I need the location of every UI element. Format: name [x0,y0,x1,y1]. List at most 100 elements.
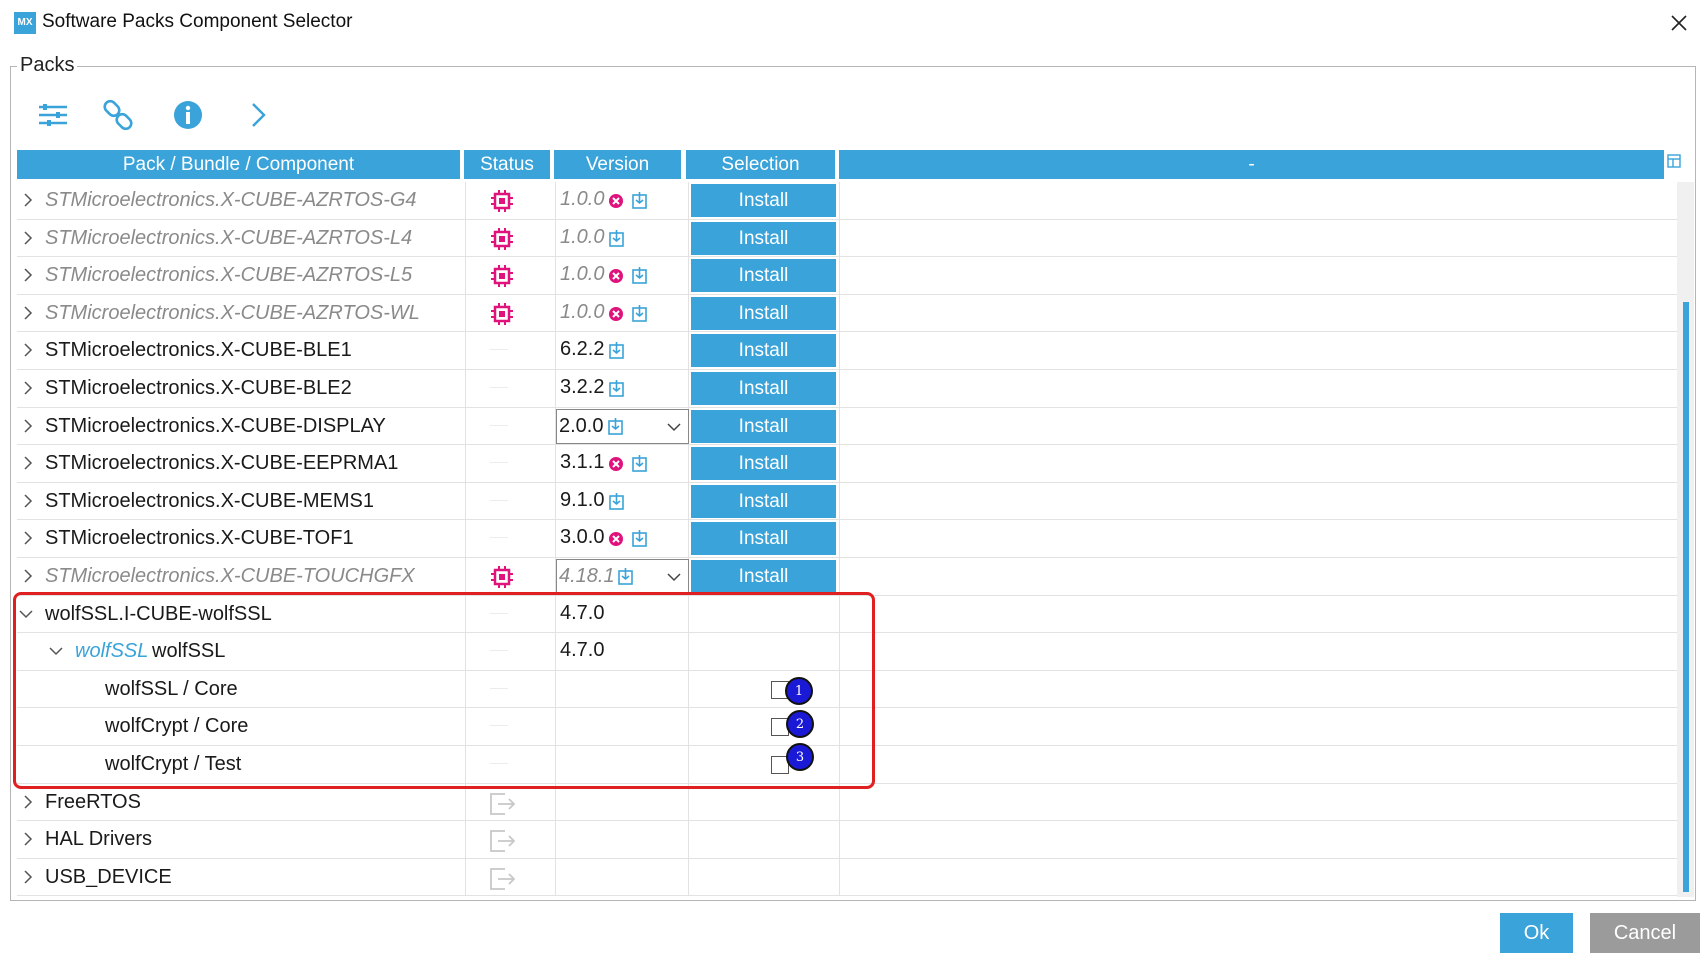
download-icon [618,568,633,585]
column-chooser-icon[interactable] [1667,150,1683,172]
version-label: 6.2.2 [560,338,605,361]
link-icon[interactable] [101,98,135,132]
exit-icon [490,830,516,853]
status-placeholder [490,537,508,539]
filter-icon[interactable] [36,98,70,132]
install-button[interactable]: Install [691,560,836,593]
install-button[interactable]: Install [691,484,836,518]
chevron-down-icon [667,573,681,582]
column-header-extra[interactable]: - [839,150,1664,179]
download-icon [609,492,624,510]
scrollbar-thumb[interactable] [1683,302,1689,892]
version-label: 4.18.1 [559,565,615,587]
error-and-download-icons [609,304,647,322]
pack-name: STMicroelectronics.X-CUBE-TOUCHGFX [45,565,415,587]
install-button[interactable]: Install [691,372,836,405]
chevron-right-icon[interactable] [21,419,35,433]
table-row[interactable]: STMicroelectronics.X-CUBE-TOF1 3.0.0 Ins… [17,520,1677,558]
download-icon [609,229,624,247]
expand-right-icon[interactable] [241,98,275,132]
highlight-box [13,592,875,789]
chevron-right-icon[interactable] [21,870,35,884]
info-icon[interactable] [171,98,205,132]
chevron-right-icon[interactable] [21,569,35,583]
pack-name: STMicroelectronics.X-CUBE-DISPLAY [45,414,386,437]
close-icon[interactable] [1664,8,1694,38]
table-row[interactable]: STMicroelectronics.X-CUBE-AZRTOS-L4 1.0.… [17,219,1677,258]
install-button[interactable]: Install [691,184,836,217]
pack-name: FreeRTOS [45,790,141,813]
chevron-right-icon[interactable] [21,494,35,508]
pack-name: STMicroelectronics.X-CUBE-BLE2 [45,377,352,399]
version-label: 1.0.0 [560,300,605,323]
ok-button[interactable]: Ok [1500,913,1573,953]
status-placeholder [490,424,508,426]
chip-icon [491,566,513,588]
chevron-right-icon[interactable] [21,531,35,545]
window-title: Software Packs Component Selector [42,11,353,32]
pack-name: STMicroelectronics.X-CUBE-TOF1 [45,527,354,550]
chevron-right-icon[interactable] [21,381,35,395]
app-logo-icon: MX [14,12,36,34]
table-row[interactable]: STMicroelectronics.X-CUBE-BLE2 3.2.2 Ins… [17,370,1677,408]
chevron-right-icon[interactable] [21,343,35,357]
install-button[interactable]: Install [691,522,836,556]
install-button[interactable]: Install [691,334,836,368]
download-icon [609,342,624,360]
table-row[interactable]: STMicroelectronics.X-CUBE-BLE1 6.2.2 Ins… [17,332,1677,370]
version-label: 3.0.0 [560,526,605,549]
exit-icon [490,792,516,815]
install-button[interactable]: Install [691,447,836,481]
status-placeholder [490,499,508,501]
table-row[interactable]: STMicroelectronics.X-CUBE-AZRTOS-WL 1.0.… [17,294,1677,333]
version-label: 9.1.0 [560,488,605,511]
error-and-download-icons [609,192,647,209]
pack-name: STMicroelectronics.X-CUBE-AZRTOS-WL [45,301,420,324]
error-and-download-icons [609,455,647,472]
chevron-right-icon[interactable] [21,795,35,809]
column-header-status[interactable]: Status [464,150,550,179]
table-row[interactable]: STMicroelectronics.X-CUBE-AZRTOS-G4 1.0.… [17,182,1677,220]
cancel-button[interactable]: Cancel [1590,913,1700,953]
pack-name: STMicroelectronics.X-CUBE-AZRTOS-L5 [45,264,413,287]
chevron-right-icon[interactable] [21,193,35,207]
version-dropdown[interactable]: 4.18.1 [556,559,689,594]
chip-icon [491,302,513,325]
table-row[interactable]: FreeRTOS [17,783,1677,822]
pack-name: STMicroelectronics.X-CUBE-BLE1 [45,339,352,362]
table-row[interactable]: STMicroelectronics.X-CUBE-AZRTOS-L5 1.0.… [17,257,1677,295]
table-row[interactable]: HAL Drivers [17,821,1677,859]
chip-icon [491,190,513,212]
table-row[interactable]: STMicroelectronics.X-CUBE-MEMS1 9.1.0 In… [17,482,1677,521]
chevron-right-icon[interactable] [21,832,35,846]
table-row[interactable]: USB_DEVICE [17,858,1677,897]
status-placeholder [490,387,508,388]
error-and-download-icons [609,267,647,284]
pack-name: STMicroelectronics.X-CUBE-AZRTOS-L4 [45,226,413,249]
version-label: 1.0.0 [560,225,605,248]
vertical-scrollbar[interactable] [1677,182,1694,897]
chip-icon [491,265,513,288]
version-label: 2.0.0 [559,414,604,437]
chevron-down-icon [667,423,681,431]
column-header-name[interactable]: Pack / Bundle / Component [17,150,460,179]
install-button[interactable]: Install [691,296,836,330]
install-button[interactable]: Install [691,221,836,255]
pack-name: USB_DEVICE [45,865,172,888]
version-label: 3.2.2 [560,376,605,398]
column-header-selection[interactable]: Selection [686,150,835,179]
chevron-right-icon[interactable] [21,268,35,282]
install-button[interactable]: Install [691,259,836,293]
table-row[interactable]: STMicroelectronics.X-CUBE-EEPRMA1 3.1.1 … [17,445,1677,483]
version-dropdown[interactable]: 2.0.0 [556,408,689,444]
table-row[interactable]: STMicroelectronics.X-CUBE-TOUCHGFX 4.18.… [17,558,1677,596]
install-button[interactable]: Install [691,409,836,443]
title-bar: MX Software Packs Component Selector [0,0,1705,46]
chevron-right-icon[interactable] [21,231,35,245]
chip-icon [491,227,513,250]
column-header-version[interactable]: Version [554,150,681,179]
chevron-right-icon[interactable] [21,306,35,320]
chevron-right-icon[interactable] [21,456,35,470]
pack-name: STMicroelectronics.X-CUBE-EEPRMA1 [45,452,399,475]
table-row[interactable]: STMicroelectronics.X-CUBE-DISPLAY 2.0.0 … [17,407,1677,446]
